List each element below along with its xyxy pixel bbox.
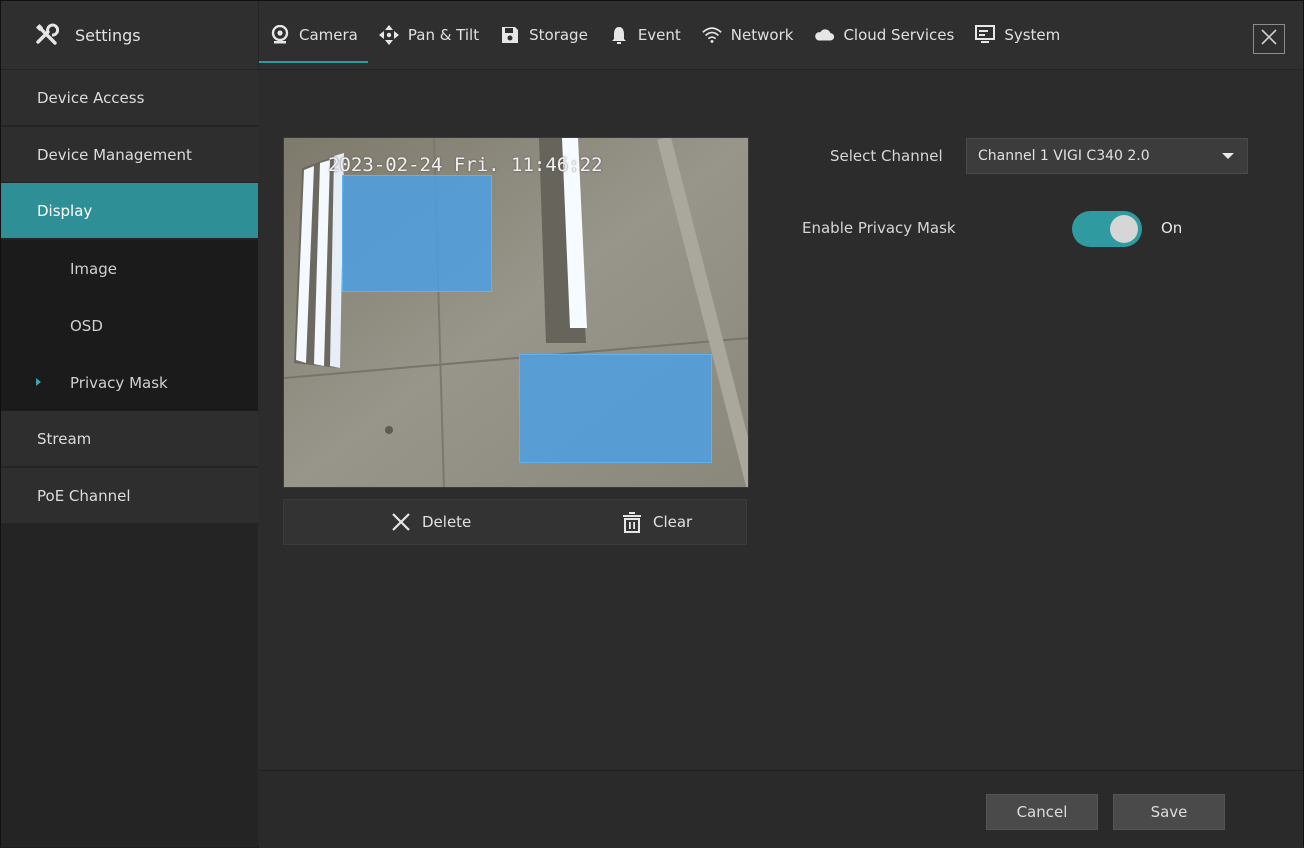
clear-button[interactable]: Clear xyxy=(621,500,692,544)
pan-tilt-icon xyxy=(378,24,400,46)
chevron-down-icon xyxy=(1222,153,1234,159)
top-bar: Settings Camera Pan & Tilt Storage Event… xyxy=(1,1,1303,70)
select-channel-label: Select Channel xyxy=(830,147,943,165)
sidebar-item-label: Image xyxy=(70,259,117,278)
bell-icon xyxy=(608,24,630,46)
close-icon xyxy=(1260,28,1278,50)
monitor-icon xyxy=(974,24,996,46)
sidebar-item-label: Device Management xyxy=(37,145,192,164)
sidebar-item-device-management[interactable]: Device Management xyxy=(1,127,258,183)
save-button[interactable]: Save xyxy=(1113,794,1225,830)
tab-pan-tilt-label: Pan & Tilt xyxy=(407,26,480,44)
tab-network-label: Network xyxy=(730,26,794,44)
current-marker-icon xyxy=(36,378,41,386)
sidebar-item-label: Stream xyxy=(37,429,92,448)
channel-select-value: Channel 1 VIGI C340 2.0 xyxy=(978,148,1150,164)
tab-network[interactable]: Network xyxy=(691,1,804,69)
toggle-knob xyxy=(1110,215,1138,243)
enable-privacy-mask-label: Enable Privacy Mask xyxy=(802,219,956,237)
tab-camera[interactable]: Camera xyxy=(259,1,368,69)
settings-title: Settings xyxy=(75,25,141,45)
delete-label: Delete xyxy=(422,513,472,531)
camera-preview[interactable]: 2023-02-24 Fri. 11:46:22 xyxy=(283,137,749,488)
tab-camera-label: Camera xyxy=(299,26,358,44)
sidebar-subitem-image[interactable]: Image xyxy=(1,240,258,297)
trash-icon xyxy=(621,511,643,533)
sidebar-item-poe-channel[interactable]: PoE Channel xyxy=(1,468,258,524)
settings-header: Settings xyxy=(1,1,259,69)
storage-icon xyxy=(499,24,521,46)
tools-icon xyxy=(34,22,60,48)
sidebar-item-stream[interactable]: Stream xyxy=(1,411,258,467)
tab-pan-tilt[interactable]: Pan & Tilt xyxy=(368,1,489,69)
clear-label: Clear xyxy=(653,513,693,531)
mask-action-bar: Delete Clear xyxy=(283,499,747,545)
tab-storage[interactable]: Storage xyxy=(489,1,598,69)
cancel-button[interactable]: Cancel xyxy=(986,794,1098,830)
sidebar: Device Access Device Management Display … xyxy=(1,70,258,847)
sidebar-item-label: OSD xyxy=(70,316,103,335)
timestamp-overlay: 2023-02-24 Fri. 11:46:22 xyxy=(328,154,603,176)
close-button[interactable] xyxy=(1253,24,1285,54)
tab-system-label: System xyxy=(1004,26,1061,44)
sidebar-item-device-access[interactable]: Device Access xyxy=(1,70,258,126)
delete-button[interactable]: Delete xyxy=(390,500,471,544)
tab-cloud-services[interactable]: Cloud Services xyxy=(803,1,964,69)
tab-event[interactable]: Event xyxy=(598,1,691,69)
tab-event-label: Event xyxy=(637,26,681,44)
x-icon xyxy=(390,511,412,533)
main-tabs: Camera Pan & Tilt Storage Event Network … xyxy=(259,1,1070,69)
sidebar-item-label: Display xyxy=(37,201,93,220)
sidebar-item-label: Privacy Mask xyxy=(70,373,168,392)
sidebar-item-label: Device Access xyxy=(37,88,145,107)
wifi-icon xyxy=(701,24,723,46)
privacy-mask-state: On xyxy=(1161,219,1183,237)
tab-cloud-services-label: Cloud Services xyxy=(843,26,955,44)
settings-window: Settings Camera Pan & Tilt Storage Event… xyxy=(0,0,1304,848)
tab-storage-label: Storage xyxy=(529,26,588,44)
privacy-mask-toggle[interactable] xyxy=(1072,211,1142,247)
sidebar-subitem-privacy-mask[interactable]: Privacy Mask xyxy=(1,354,258,411)
camera-icon xyxy=(269,24,291,46)
tab-system[interactable]: System xyxy=(964,1,1070,69)
cloud-icon xyxy=(813,24,835,46)
channel-select[interactable]: Channel 1 VIGI C340 2.0 xyxy=(966,138,1248,174)
sidebar-subitem-osd[interactable]: OSD xyxy=(1,297,258,354)
sidebar-item-label: PoE Channel xyxy=(37,486,131,505)
sidebar-item-display[interactable]: Display xyxy=(1,183,258,239)
privacy-mask-area[interactable] xyxy=(519,354,712,463)
privacy-mask-area[interactable] xyxy=(342,175,492,292)
